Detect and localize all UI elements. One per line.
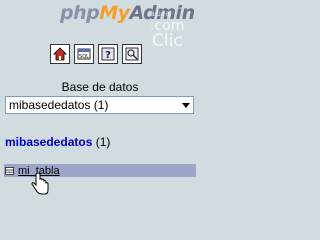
- phpmyadmin-logo: phpMyAdmin aula .com Clic: [0, 0, 200, 51]
- logo-my: My: [99, 2, 130, 24]
- home-button[interactable]: [50, 44, 70, 64]
- toolbar: SQL ?: [50, 44, 142, 66]
- documentation-icon: [125, 47, 139, 61]
- chevron-down-icon: [182, 103, 190, 108]
- database-select[interactable]: mibasededatos (1): [5, 96, 194, 114]
- documentation-button[interactable]: [122, 44, 142, 64]
- watermark-aula: aula: [150, 9, 172, 18]
- database-table-count: (1): [95, 135, 111, 149]
- help-icon: ?: [101, 47, 115, 61]
- svg-text:SQL: SQL: [79, 54, 89, 60]
- database-select-value: mibasededatos (1): [9, 98, 109, 112]
- database-heading: mibasededatos (1): [5, 135, 110, 149]
- watermark-clic: Clic: [152, 31, 183, 51]
- sql-query-icon: SQL: [77, 48, 91, 60]
- table-browse-icon[interactable]: [5, 166, 14, 175]
- hand-cursor-icon: [31, 173, 49, 195]
- database-name-link[interactable]: mibasededatos: [5, 135, 92, 149]
- database-selector-label: Base de datos: [61, 80, 139, 94]
- sql-query-button[interactable]: SQL: [74, 44, 94, 64]
- svg-text:?: ?: [105, 50, 111, 61]
- help-button[interactable]: ?: [98, 44, 118, 64]
- logo-php: php: [60, 2, 100, 24]
- home-icon: [53, 47, 67, 61]
